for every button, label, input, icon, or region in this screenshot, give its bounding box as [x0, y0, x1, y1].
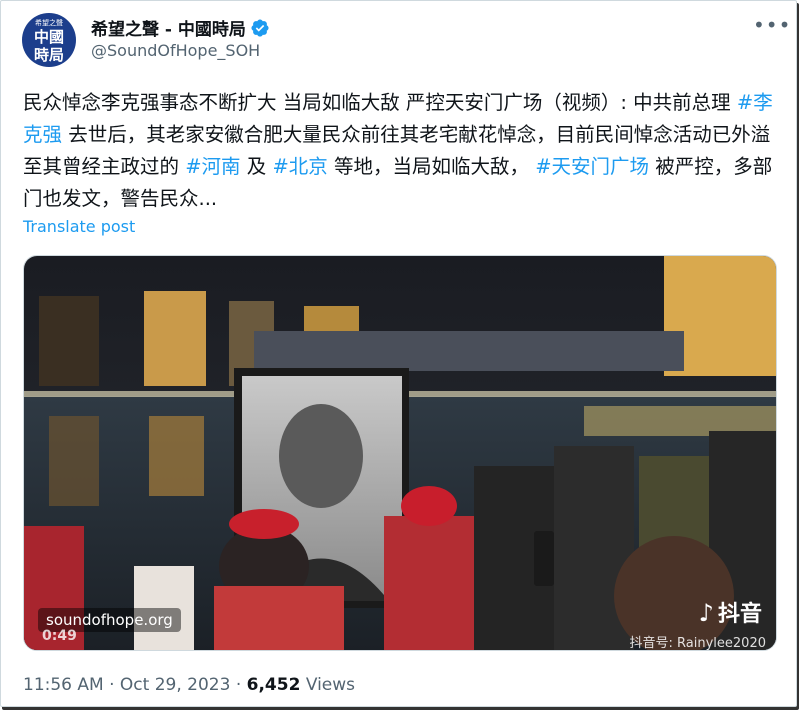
tiktok-icon: ♪	[698, 599, 714, 627]
hashtag-link[interactable]: #北京	[272, 155, 327, 178]
video-player[interactable]: soundofhope.org 0:49 ♪ 抖音 抖音号: Rainylee20…	[23, 255, 777, 651]
hashtag-link[interactable]: #河南	[185, 155, 240, 178]
name-row: 希望之聲 - 中國時局	[91, 15, 270, 40]
douyin-id: 抖音号: Rainylee2020	[629, 636, 766, 651]
post-time[interactable]: 11:56 AM	[23, 675, 104, 695]
avatar-line-2: 時局	[33, 46, 64, 64]
post-text: 民众悼念李克强事态不断扩大 当局如临大敌 严控天安门广场（视频）: 中共前总理 …	[23, 87, 783, 215]
views-count: 6,452	[246, 675, 301, 695]
views-label: Views	[300, 675, 356, 695]
video-duration: 0:49	[42, 628, 77, 644]
display-name[interactable]: 希望之聲 - 中國時局	[91, 15, 246, 40]
avatar-small-text: 希望之聲	[35, 19, 63, 27]
post-date[interactable]: Oct 29, 2023	[120, 675, 231, 695]
post-text-segment: 等地，当局如临大敌，	[327, 155, 536, 178]
tiktok-label: 抖音	[717, 602, 762, 627]
handle[interactable]: @SoundOfHope_SOH	[91, 41, 260, 60]
post-text-segment: 民众悼念李克强事态不断扩大 当局如临大敌 严控天安门广场（视频）: 中共前总理	[23, 91, 737, 114]
more-horizontal-icon[interactable]: •••	[753, 13, 791, 37]
post-card: 希望之聲 中國 時局 希望之聲 - 中國時局 @SoundOfHope_SOH …	[0, 0, 797, 707]
meta-separator: ·	[103, 675, 120, 695]
avatar[interactable]: 希望之聲 中國 時局	[22, 13, 76, 67]
hashtag-link[interactable]: #天安门广场	[535, 155, 649, 178]
meta-separator: ·	[230, 675, 247, 695]
avatar-line-1: 中國	[33, 28, 64, 46]
translate-post-link[interactable]: Translate post	[23, 217, 135, 236]
verified-badge-icon	[251, 18, 269, 37]
post-meta: 11:56 AM · Oct 29, 2023 · 6,452 Views	[23, 675, 355, 695]
video-frame	[24, 256, 776, 650]
avatar-text: 中國 時局	[22, 28, 76, 64]
post-text-segment: 及	[240, 155, 273, 178]
tiktok-logo: ♪ 抖音	[699, 596, 762, 628]
